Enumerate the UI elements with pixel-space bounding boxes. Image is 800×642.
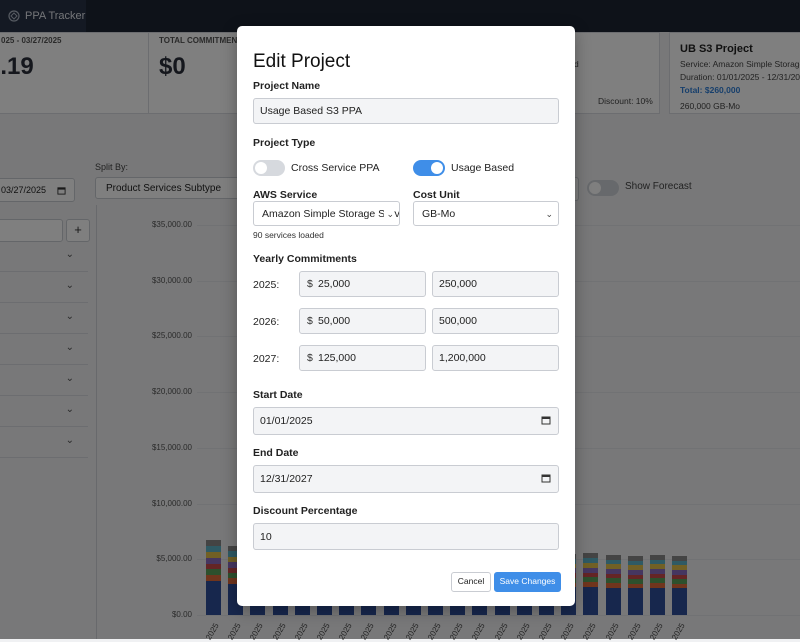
year-2026-units-input[interactable]: 500,000 <box>432 308 559 334</box>
year-2025-units-input[interactable]: 250,000 <box>432 271 559 297</box>
cost-unit-value: GB-Mo <box>422 207 456 220</box>
services-loaded-text: 90 services loaded <box>253 230 324 240</box>
edit-project-modal: Edit Project Project Name Usage Based S3… <box>237 26 575 606</box>
start-date-label: Start Date <box>253 389 303 401</box>
currency-symbol: $ <box>307 315 313 327</box>
cost-unit-select[interactable]: GB-Mo ⌄ <box>413 201 559 226</box>
end-date-value: 12/31/2027 <box>260 473 313 485</box>
discount-percentage-label: Discount Percentage <box>253 505 358 517</box>
chevron-down-icon: ⌄ <box>384 209 394 220</box>
year-2026-amount: 50,000 <box>318 315 351 327</box>
start-date-value: 01/01/2025 <box>260 415 313 427</box>
currency-symbol: $ <box>307 278 313 290</box>
year-2027-amount: 125,000 <box>318 352 356 364</box>
modal-title: Edit Project <box>253 51 351 72</box>
currency-symbol: $ <box>307 352 313 364</box>
year-2027-units-input[interactable]: 1,200,000 <box>432 345 559 371</box>
aws-service-select[interactable]: Amazon Simple Storage Service ⌄ <box>253 201 400 226</box>
aws-service-label: AWS Service <box>253 189 318 201</box>
year-2026-amount-input[interactable]: $ 50,000 <box>299 308 426 334</box>
save-changes-button[interactable]: Save Changes <box>494 572 561 592</box>
year-2025-label: 2025: <box>253 279 280 291</box>
cross-service-toggle[interactable] <box>253 160 285 176</box>
end-date-label: End Date <box>253 447 299 459</box>
chevron-down-icon: ⌄ <box>543 209 553 220</box>
project-type-label: Project Type <box>253 137 316 149</box>
yearly-commitments-label: Yearly Commitments <box>253 253 357 265</box>
calendar-icon[interactable] <box>541 415 551 425</box>
project-name-value: Usage Based S3 PPA <box>260 105 362 117</box>
aws-service-value: Amazon Simple Storage Service <box>262 207 400 220</box>
year-2025-units: 250,000 <box>439 278 477 290</box>
usage-based-toggle[interactable] <box>413 160 445 176</box>
end-date-input[interactable]: 12/31/2027 <box>253 465 559 493</box>
year-2027-amount-input[interactable]: $ 125,000 <box>299 345 426 371</box>
year-2026-label: 2026: <box>253 316 280 328</box>
toggle-knob <box>255 162 267 174</box>
year-2026-units: 500,000 <box>439 315 477 327</box>
cost-unit-label: Cost Unit <box>413 189 460 201</box>
cross-service-label: Cross Service PPA <box>291 162 380 174</box>
year-2025-amount: 25,000 <box>318 278 351 290</box>
discount-percentage-value: 10 <box>260 530 272 543</box>
cancel-button[interactable]: Cancel <box>451 572 491 592</box>
project-name-label: Project Name <box>253 80 321 92</box>
start-date-input[interactable]: 01/01/2025 <box>253 407 559 435</box>
year-2027-units: 1,200,000 <box>439 352 486 364</box>
usage-based-label: Usage Based <box>451 162 515 174</box>
year-2025-amount-input[interactable]: $ 25,000 <box>299 271 426 297</box>
calendar-icon[interactable] <box>541 473 551 483</box>
year-2027-label: 2027: <box>253 353 280 365</box>
project-name-input[interactable]: Usage Based S3 PPA <box>253 98 559 124</box>
discount-percentage-input[interactable]: 10 <box>253 523 559 550</box>
toggle-knob <box>431 162 443 174</box>
